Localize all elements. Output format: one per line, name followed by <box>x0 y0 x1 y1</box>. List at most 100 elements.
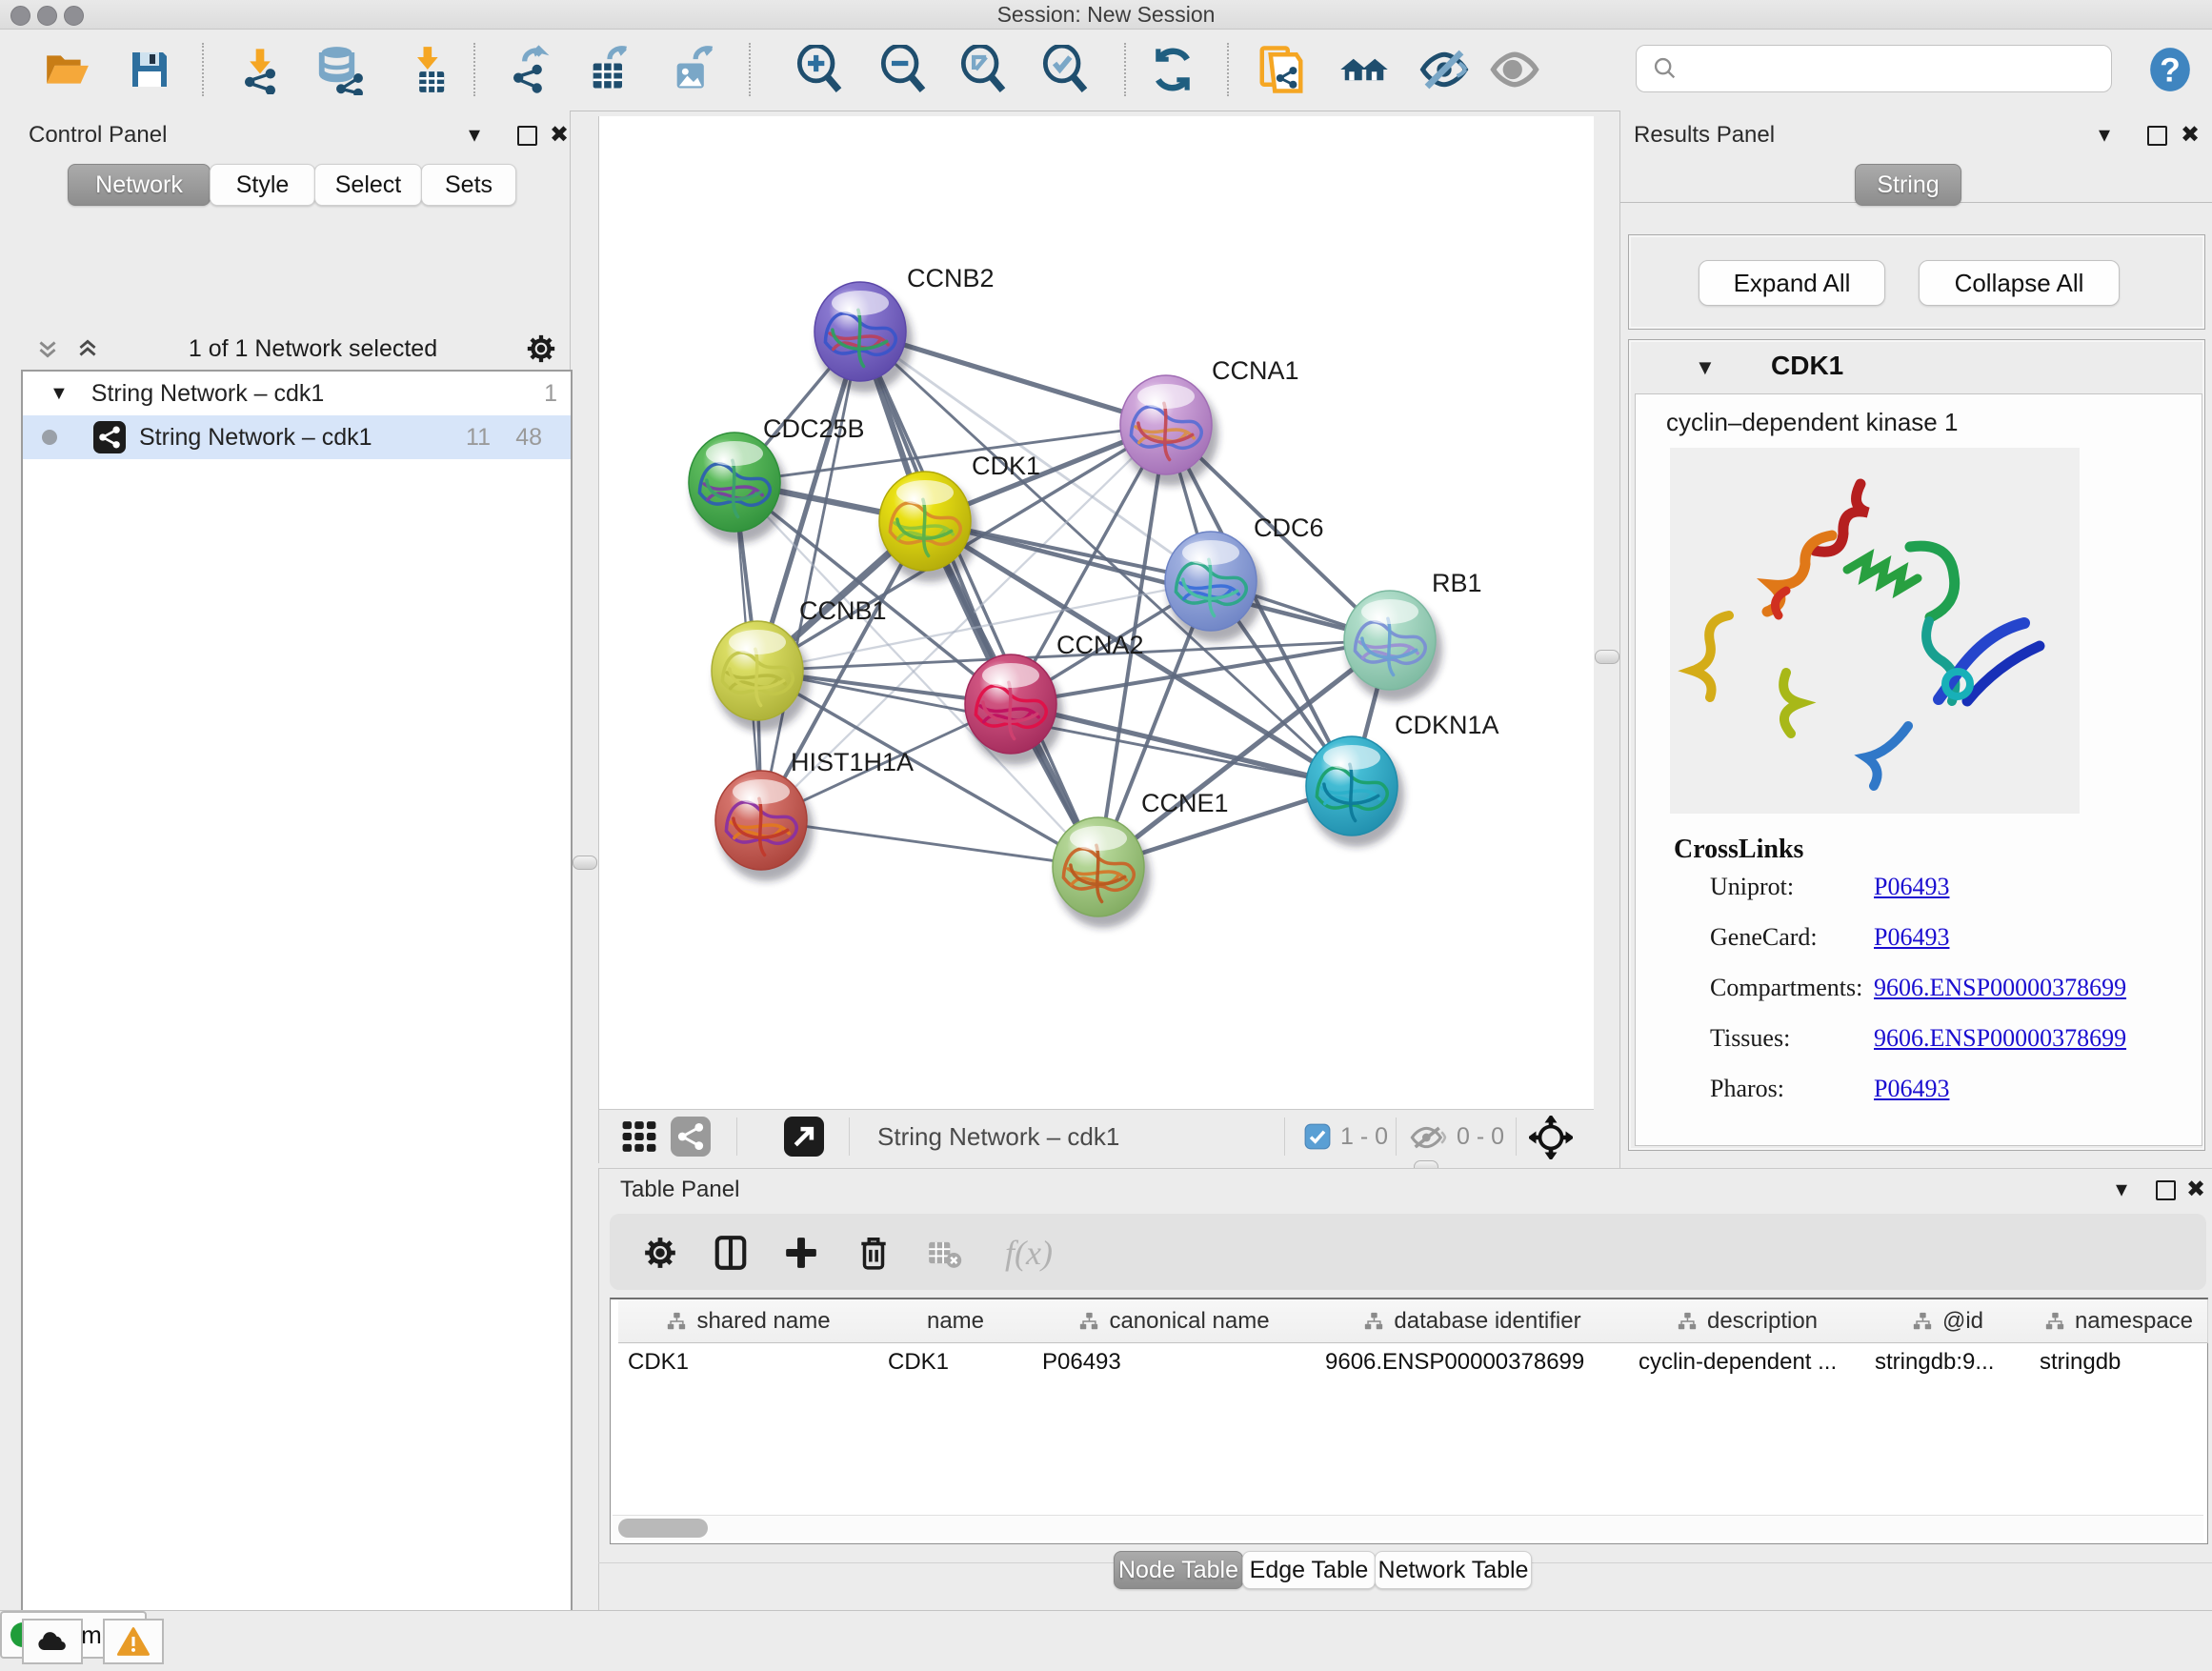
open-session-icon[interactable] <box>40 43 93 96</box>
show-graphics-details-icon[interactable] <box>1488 43 1541 96</box>
table-cell[interactable]: CDK1 <box>618 1343 878 1381</box>
network-node-RB1[interactable] <box>1344 591 1442 701</box>
network-options-gear-icon[interactable] <box>525 332 557 365</box>
crosslink-row: Compartments:9606.ENSP00000378699 <box>1636 974 2202 1024</box>
protein-collapse-caret-icon[interactable]: ▼ <box>1695 355 1716 380</box>
cloud-status-button[interactable] <box>22 1619 83 1664</box>
tree-expand-caret-icon[interactable]: ▼ <box>50 383 69 405</box>
crosslink-link[interactable]: P06493 <box>1874 923 1949 952</box>
tab-style[interactable]: Style <box>210 164 315 206</box>
table-cell[interactable]: P06493 <box>1033 1343 1316 1381</box>
help-icon[interactable]: ? <box>2143 43 2197 96</box>
network-node-HIST1H1A[interactable] <box>715 771 814 881</box>
selected-checkbox-icon[interactable] <box>1304 1123 1331 1150</box>
column-header-@id[interactable]: @id <box>1865 1299 2031 1343</box>
tab-network[interactable]: Network <box>68 164 211 206</box>
column-header-canonical-name[interactable]: canonical name <box>1033 1299 1317 1343</box>
network-node-CCNB2[interactable] <box>814 282 913 393</box>
column-header-database-identifier[interactable]: database identifier <box>1316 1299 1630 1343</box>
network-node-CDKN1A[interactable] <box>1306 736 1404 847</box>
crosslink-link[interactable]: 9606.ENSP00000378699 <box>1874 974 2126 1002</box>
network-node-CDC25B[interactable] <box>689 433 787 543</box>
show-columns-icon[interactable] <box>707 1229 754 1277</box>
horizontal-scrollbar[interactable] <box>613 1515 2203 1540</box>
left-splitter-handle[interactable] <box>573 856 597 870</box>
delete-table-icon[interactable] <box>920 1229 968 1277</box>
import-network-database-icon[interactable] <box>314 43 368 96</box>
warning-status-button[interactable] <box>103 1619 164 1664</box>
network-overview-icon[interactable] <box>1337 43 1391 96</box>
network-row-selected[interactable]: String Network – cdk1 11 48 <box>23 415 571 459</box>
panel-menu-caret-icon[interactable]: ▾ <box>2116 1178 2127 1201</box>
delete-column-trash-icon[interactable] <box>850 1229 897 1277</box>
collapse-all-button[interactable]: Collapse All <box>1919 260 2120 306</box>
protein-description: cyclin–dependent kinase 1 <box>1666 408 1958 437</box>
export-table-icon[interactable] <box>583 43 636 96</box>
table-settings-gear-icon[interactable] <box>636 1229 684 1277</box>
import-network-file-icon[interactable] <box>233 43 287 96</box>
network-node-CCNA2[interactable] <box>965 654 1063 765</box>
network-canvas[interactable]: CCNB2CCNA1CDC25BCDK1CDC6RB1CCNB1CCNA2CDK… <box>598 116 1594 1109</box>
crosslink-link[interactable]: P06493 <box>1874 1075 1949 1103</box>
export-network-icon[interactable] <box>502 43 555 96</box>
crosslink-row: GeneCard:P06493 <box>1636 923 2202 974</box>
panel-menu-caret-icon[interactable]: ▾ <box>469 124 480 147</box>
expand-all-networks-icon[interactable] <box>74 336 101 361</box>
export-image-icon[interactable] <box>667 43 720 96</box>
tab-node-table[interactable]: Node Table <box>1114 1551 1243 1589</box>
hide-show-graphics-icon[interactable] <box>1418 43 1471 96</box>
scrollbar-thumb[interactable] <box>618 1519 708 1538</box>
right-splitter-handle[interactable] <box>1595 650 1619 664</box>
network-node-CCNE1[interactable] <box>1053 817 1151 928</box>
search-input[interactable] <box>1688 49 2111 89</box>
function-builder-icon[interactable]: f(x) <box>991 1229 1067 1277</box>
table-cell[interactable]: CDK1 <box>878 1343 1033 1381</box>
network-node-CCNA1[interactable] <box>1120 375 1218 486</box>
import-table-icon[interactable] <box>403 43 456 96</box>
table-cell[interactable]: 9606.ENSP00000378699 <box>1316 1343 1629 1381</box>
column-header-namespace[interactable]: namespace <box>2030 1299 2208 1343</box>
panel-close-icon[interactable]: ✖ <box>2181 124 2200 147</box>
panel-close-icon[interactable]: ✖ <box>550 124 569 147</box>
panel-float-icon[interactable] <box>2156 1180 2176 1200</box>
hidden-eye-slash-icon[interactable] <box>1409 1123 1447 1152</box>
tab-network-table[interactable]: Network Table <box>1375 1551 1532 1589</box>
tab-edge-table[interactable]: Edge Table <box>1242 1551 1376 1589</box>
crosslink-link[interactable]: P06493 <box>1874 873 1949 901</box>
save-session-icon[interactable] <box>123 43 176 96</box>
birdseye-crosshair-icon[interactable] <box>1529 1116 1573 1159</box>
panel-float-icon[interactable] <box>2147 126 2167 146</box>
panel-float-icon[interactable] <box>517 126 537 146</box>
network-node-CDK1[interactable] <box>879 472 977 582</box>
network-collection-row[interactable]: ▼ String Network – cdk1 1 <box>23 372 571 415</box>
zoom-out-icon[interactable] <box>877 43 931 96</box>
network-edge[interactable] <box>860 332 1098 867</box>
table-panel-title: Table Panel <box>620 1177 739 1203</box>
tab-string[interactable]: String <box>1855 164 1961 206</box>
panel-menu-caret-icon[interactable]: ▾ <box>2099 124 2110 147</box>
crosslink-row: Tissues:9606.ENSP00000378699 <box>1636 1024 2202 1075</box>
column-header-shared-name[interactable]: shared name <box>618 1299 879 1343</box>
refresh-layout-icon[interactable] <box>1146 43 1199 96</box>
tab-select[interactable]: Select <box>314 164 422 206</box>
add-column-plus-icon[interactable] <box>777 1229 825 1277</box>
network-selection-bar: 1 of 1 Network selected <box>21 332 569 366</box>
zoom-in-icon[interactable] <box>794 43 847 96</box>
tab-sets[interactable]: Sets <box>421 164 516 206</box>
column-header-name[interactable]: name <box>878 1299 1034 1343</box>
open-in-new-window-icon[interactable] <box>784 1117 824 1157</box>
zoom-fit-icon[interactable] <box>957 43 1011 96</box>
new-network-from-selection-icon[interactable] <box>1255 43 1308 96</box>
table-cell[interactable]: stringdb <box>2030 1343 2207 1381</box>
zoom-selected-icon[interactable] <box>1039 43 1093 96</box>
search-field[interactable] <box>1636 45 2112 92</box>
expand-all-button[interactable]: Expand All <box>1699 260 1885 306</box>
network-view-share-icon[interactable] <box>671 1117 711 1157</box>
column-header-description[interactable]: description <box>1629 1299 1866 1343</box>
collapse-all-networks-icon[interactable] <box>34 336 61 361</box>
grid-view-icon[interactable] <box>620 1118 658 1155</box>
crosslink-link[interactable]: 9606.ENSP00000378699 <box>1874 1024 2126 1053</box>
table-cell[interactable]: stringdb:9... <box>1865 1343 2030 1381</box>
panel-close-icon[interactable]: ✖ <box>2186 1178 2205 1201</box>
table-cell[interactable]: cyclin-dependent ... <box>1629 1343 1865 1381</box>
